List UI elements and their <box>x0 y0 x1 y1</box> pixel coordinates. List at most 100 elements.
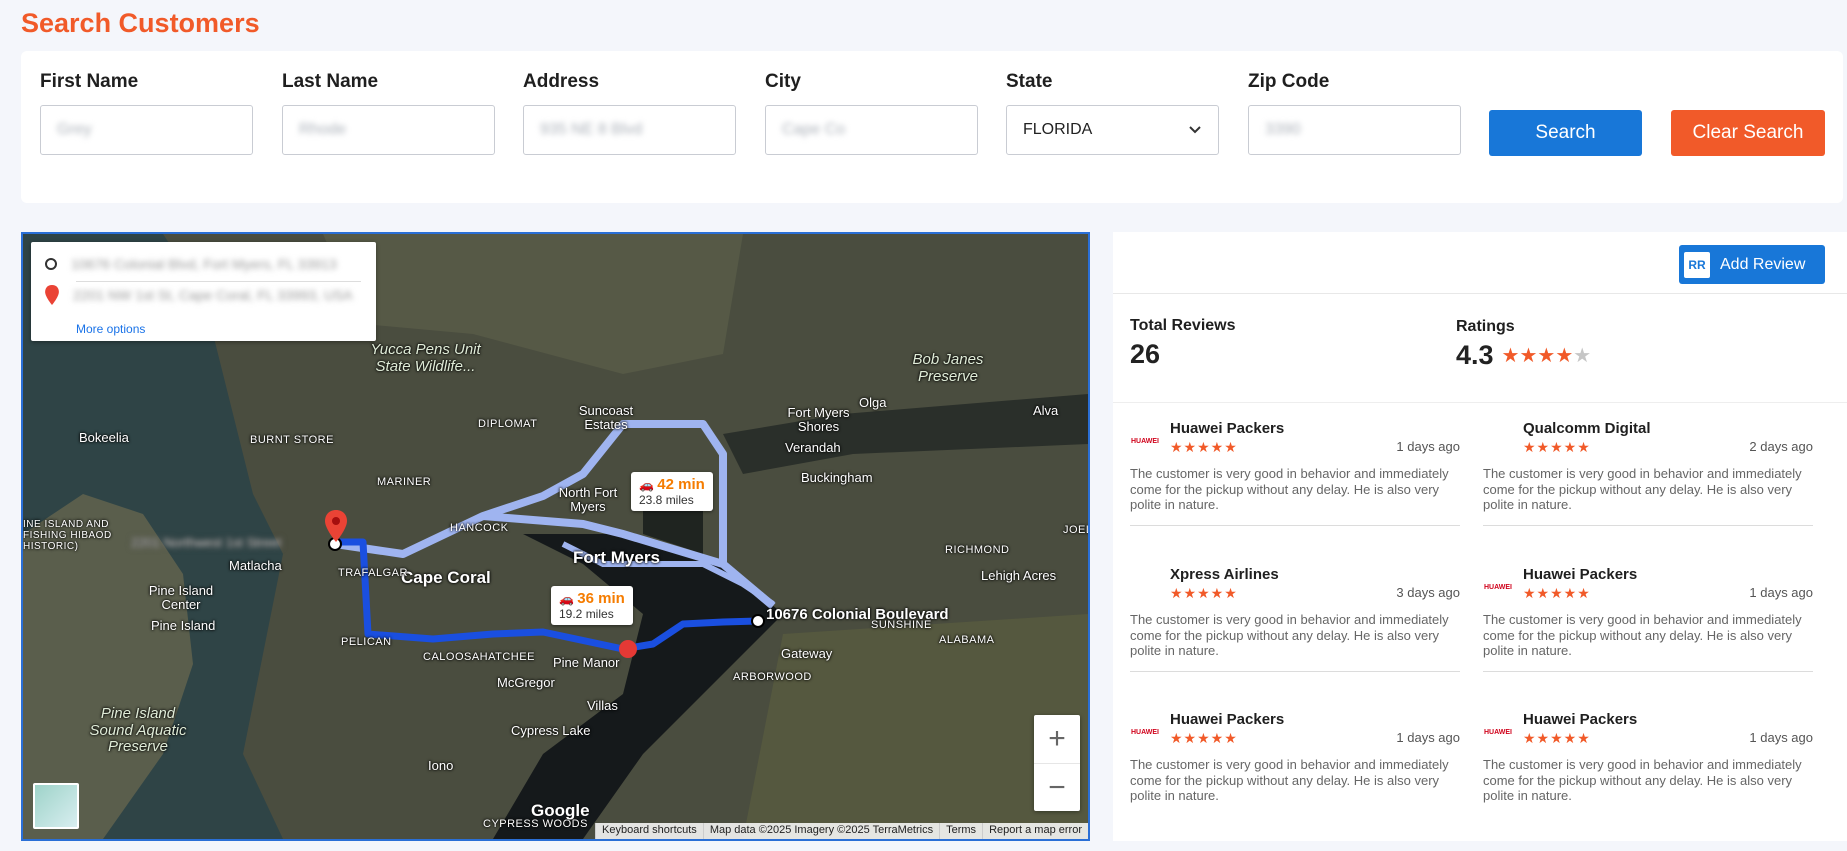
add-review-label: Add Review <box>1720 255 1806 273</box>
route-option-1[interactable]: 🚗 42 min 23.8 miles <box>631 472 713 511</box>
origin-text: 10676 Colonial Blvd, Fort Myers, FL 3391… <box>71 256 337 272</box>
star-rating: ★★★★★ <box>1170 439 1238 455</box>
star-icon: ★ <box>1519 345 1538 367</box>
page-title: Search Customers <box>21 8 260 38</box>
ratings-value: 4.3 <box>1456 340 1494 370</box>
destination-pin-icon <box>325 510 347 542</box>
place-label: Matlacha <box>229 558 282 573</box>
place-label: McGregor <box>497 675 555 690</box>
add-review-button[interactable]: RR Add Review <box>1679 245 1825 284</box>
review-date: 2 days ago <box>1749 439 1813 454</box>
place-label: Fort Myers Shores <box>787 405 850 435</box>
star-rating: ★★★★★ <box>1523 439 1591 455</box>
total-reviews: Total Reviews 26 <box>1130 317 1236 370</box>
origin-label: 2201 Northwest 1st Street <box>131 535 282 550</box>
map-view[interactable]: 10676 Colonial Blvd, Fort Myers, FL 3391… <box>21 232 1090 841</box>
star-rating: ★★★★★ <box>1170 585 1238 601</box>
report-error-link[interactable]: Report a map error <box>982 823 1088 839</box>
place-label: INE ISLAND AND FISHING HIBAOD HISTORIC) <box>23 519 112 552</box>
place-label: Verandah <box>785 440 841 455</box>
divider <box>1483 524 1813 526</box>
place-label: Bokeelia <box>79 430 129 445</box>
place-label: JOEL <box>1063 524 1090 536</box>
place-label: Bob Janes Preserve <box>912 351 984 385</box>
review-list: HUAWEI Huawei Packers ★★★★★ 1 days ago The c… <box>1113 402 1847 837</box>
place-label: Olga <box>859 395 887 410</box>
route-time: 42 min <box>657 476 705 493</box>
total-reviews-label: Total Reviews <box>1130 317 1236 334</box>
last-name-field: Last Name Rhode <box>282 71 495 155</box>
place-label: MARINER <box>377 476 432 488</box>
address-input[interactable]: 935 NE 8 Blvd <box>523 105 736 155</box>
zip-code-value: 3390 <box>1265 121 1301 138</box>
half-star-icon: ★ <box>1573 345 1592 367</box>
origin-circle-icon <box>45 258 57 270</box>
first-name-input[interactable]: Grey <box>40 105 253 155</box>
total-reviews-value: 26 <box>1130 339 1161 369</box>
origin-row[interactable]: 10676 Colonial Blvd, Fort Myers, FL 3391… <box>45 256 365 272</box>
state-field: State FLORIDA <box>1006 71 1219 155</box>
zip-code-field: Zip Code 3390 <box>1248 71 1461 155</box>
more-options-link[interactable]: More options <box>76 322 145 336</box>
address-value: 935 NE 8 Blvd <box>540 121 643 138</box>
place-label: DIPLOMAT <box>478 418 538 430</box>
terms-link[interactable]: Terms <box>939 823 982 839</box>
city-value: Cape Co <box>782 121 846 138</box>
review-card: HUAWEI Huawei Packers ★★★★★ 1 days ago The c… <box>1483 711 1813 804</box>
review-text: The customer is very good in behavior an… <box>1130 757 1449 804</box>
last-name-label: Last Name <box>282 71 379 92</box>
place-label: North Fort Myers <box>558 485 618 515</box>
city-input[interactable]: Cape Co <box>765 105 978 155</box>
review-card: HUAWEI Huawei Packers ★★★★★ 1 days ago The c… <box>1130 420 1460 526</box>
place-label: Pine Island <box>151 618 216 633</box>
state-label: State <box>1006 71 1053 92</box>
car-icon: 🚗 <box>639 478 654 492</box>
review-date: 3 days ago <box>1396 585 1460 600</box>
address-field: Address 935 NE 8 Blvd <box>523 71 736 155</box>
review-text: The customer is very good in behavior an… <box>1130 466 1449 513</box>
place-label: Villas <box>587 698 618 713</box>
review-text: The customer is very good in behavior an… <box>1130 612 1449 659</box>
huawei-logo-icon: HUAWEI <box>1131 728 1159 736</box>
divider <box>1130 670 1460 672</box>
search-button[interactable]: Search <box>1489 110 1642 156</box>
place-label: Pine Manor <box>553 655 620 670</box>
keyboard-shortcuts-link[interactable]: Keyboard shortcuts <box>595 823 703 839</box>
last-name-input[interactable]: Rhode <box>282 105 495 155</box>
first-name-value: Grey <box>57 121 92 138</box>
map-attribution: Keyboard shortcuts Map data ©2025 Imager… <box>595 823 1088 839</box>
destination-row[interactable]: 2201 NW 1st St, Cape Coral, FL 33993, US… <box>45 285 365 305</box>
place-label: RICHMOND <box>945 544 1010 556</box>
place-label: Pine Island Sound Aquatic Preserve <box>89 705 187 755</box>
place-label: CALOOSAHATCHEE <box>423 651 535 663</box>
company-name: Qualcomm Digital <box>1523 420 1651 437</box>
clear-search-button[interactable]: Clear Search <box>1671 110 1825 156</box>
review-card: Xpress Airlines ★★★★★ 3 days ago The custom… <box>1130 566 1460 672</box>
zoom-in-button[interactable]: + <box>1034 715 1080 763</box>
place-label: Pine Island Center <box>148 583 214 613</box>
star-rating: ★★★★★ <box>1523 585 1591 601</box>
reviews-header: RR Add Review <box>1113 232 1847 294</box>
review-date: 1 days ago <box>1396 730 1460 745</box>
review-text: The customer is very good in behavior an… <box>1483 466 1802 513</box>
state-value: FLORIDA <box>1023 121 1093 138</box>
review-icon: RR <box>1684 251 1710 278</box>
ratings-label: Ratings <box>1456 318 1515 335</box>
map-layer-toggle[interactable] <box>33 783 79 829</box>
review-card: HUAWEI Huawei Packers ★★★★★ 1 days ago The c… <box>1483 566 1813 672</box>
chevron-down-icon <box>1189 126 1201 134</box>
place-label: Alva <box>1033 403 1059 418</box>
huawei-logo-icon: HUAWEI <box>1131 437 1159 445</box>
ratings: Ratings 4.3 ★ ★ ★ ★ ★ <box>1456 318 1591 371</box>
place-label: TRAFALGAR <box>338 567 408 579</box>
destination-text: 2201 NW 1st St, Cape Coral, FL 33993, US… <box>73 287 353 303</box>
zoom-out-button[interactable]: − <box>1034 763 1080 811</box>
last-name-value: Rhode <box>299 121 347 138</box>
place-label: Gateway <box>781 646 833 661</box>
route-time: 36 min <box>577 590 625 607</box>
star-icon: ★ <box>1555 345 1574 367</box>
route-option-2[interactable]: 🚗 36 min 19.2 miles <box>551 586 633 625</box>
zip-code-input[interactable]: 3390 <box>1248 105 1461 155</box>
divider <box>1483 670 1813 672</box>
state-select[interactable]: FLORIDA <box>1006 105 1219 155</box>
